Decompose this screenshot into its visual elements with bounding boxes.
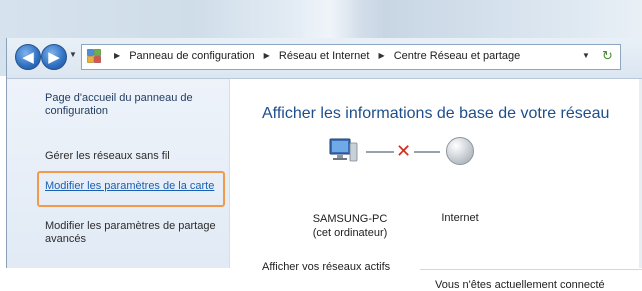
breadcrumb-network-sharing-center[interactable]: Centre Réseau et partage — [394, 50, 521, 62]
forward-button[interactable]: ▶ — [41, 44, 67, 70]
breadcrumb[interactable]: ▶ Panneau de configuration ▶ Réseau et I… — [81, 44, 621, 70]
internet-label: Internet — [441, 212, 479, 224]
chevron-right-icon: ▶ — [114, 51, 121, 60]
glass-reflection — [300, 0, 360, 42]
main-content: Afficher les informations de base de vot… — [230, 79, 642, 291]
computer-subtitle: (cet ordinateur) — [312, 227, 388, 239]
disconnected-x-icon[interactable]: ✕ — [396, 141, 411, 162]
computer-name: SAMSUNG-PC (cet ordinateur) — [290, 212, 410, 240]
sidebar-item-manage-wireless[interactable]: Gérer les réseaux sans fil — [45, 150, 225, 163]
address-dropdown[interactable]: ▼ — [582, 51, 590, 60]
highlight-annotation — [37, 171, 225, 207]
address-bar: ◀ ▶ ▼ ▶ Panneau de configuration ▶ Résea… — [7, 38, 642, 79]
breadcrumb-network-internet[interactable]: Réseau et Internet — [279, 50, 370, 62]
sidebar-item-control-panel-home[interactable]: Page d'accueil du panneau de configurati… — [45, 92, 225, 118]
connection-line — [414, 151, 440, 153]
breadcrumb-path: ▶ Panneau de configuration ▶ Réseau et I… — [108, 50, 520, 62]
back-button[interactable]: ◀ — [15, 44, 41, 70]
active-networks-label: Afficher vos réseaux actifs — [262, 261, 391, 273]
explorer-window: ◀ ▶ ▼ ▶ Panneau de configuration ▶ Résea… — [6, 38, 642, 291]
chevron-right-icon: ▶ — [378, 51, 385, 60]
divider — [420, 269, 642, 270]
recent-pages-dropdown[interactable]: ▼ — [69, 50, 77, 59]
computer-icon — [329, 138, 358, 162]
chevron-right-icon: ▶ — [263, 51, 270, 60]
connection-line — [366, 151, 394, 153]
page-title: Afficher les informations de base de vot… — [262, 105, 610, 122]
arrow-left-icon: ◀ — [22, 49, 34, 66]
breadcrumb-control-panel[interactable]: Panneau de configuration — [129, 50, 254, 62]
globe-icon[interactable] — [446, 137, 474, 165]
sidebar-item-advanced-sharing-settings[interactable]: Modifier les paramètres de partage avanc… — [45, 220, 225, 246]
control-panel-icon — [87, 49, 101, 63]
refresh-icon[interactable]: ↻ — [602, 48, 613, 64]
connection-status-text: Vous n'êtes actuellement connecté — [435, 279, 605, 291]
computer-name-label: SAMSUNG-PC — [312, 213, 388, 225]
arrow-right-icon: ▶ — [48, 49, 60, 66]
